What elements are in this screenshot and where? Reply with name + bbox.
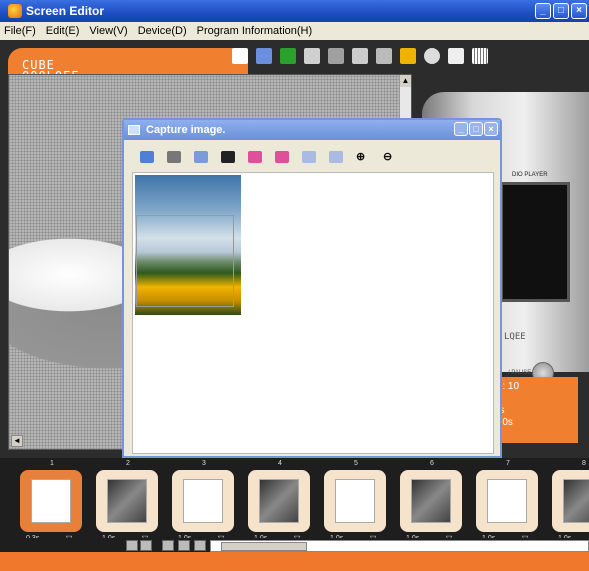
prev-icon[interactable] xyxy=(302,151,316,163)
scroll-left-icon[interactable]: ◄ xyxy=(11,435,23,447)
dialog-controls: _ □ × xyxy=(454,122,498,136)
next-icon[interactable] xyxy=(329,151,343,163)
image-icon[interactable] xyxy=(221,151,235,163)
info-line-3: 0s xyxy=(494,405,578,417)
timeline-scroll-thumb[interactable] xyxy=(221,542,307,551)
timeline-frame[interactable]: 41.0s▽ xyxy=(248,460,312,548)
transfer-icon[interactable] xyxy=(448,48,464,64)
timeline-frame[interactable]: 51.0s▽ xyxy=(324,460,388,548)
maximize-button[interactable]: □ xyxy=(553,3,569,19)
frame-thumbnail-image xyxy=(107,479,147,523)
paste-frame-icon[interactable] xyxy=(178,540,190,551)
frame-number: 1 xyxy=(50,460,54,467)
timeline-frame[interactable]: 81.0s▽ xyxy=(552,460,589,548)
frame-number: 6 xyxy=(430,460,434,467)
menu-view[interactable]: View(V) xyxy=(89,25,127,37)
frame-thumbnail-image xyxy=(411,479,451,523)
dialog-minimize-button[interactable]: _ xyxy=(454,122,468,136)
menu-bar: File(F) Edit(E) View(V) Device(D) Progra… xyxy=(0,22,589,40)
frame-info-box: e : 10 0 0s 3.0s xyxy=(494,377,578,443)
capture-icon[interactable] xyxy=(304,48,320,64)
dialog-maximize-button[interactable]: □ xyxy=(469,122,483,136)
frame-number: 5 xyxy=(354,460,358,467)
capture-canvas[interactable] xyxy=(132,172,494,454)
info-line-2: 0 xyxy=(494,393,578,405)
info-line-1: e : 10 xyxy=(494,381,520,392)
timeline-frame[interactable]: 10.3s▽ xyxy=(20,460,84,548)
copy-frame-icon[interactable] xyxy=(162,540,174,551)
zoom-out-icon[interactable] xyxy=(376,48,392,64)
window-title: Screen Editor xyxy=(26,4,105,18)
selection-rectangle[interactable] xyxy=(136,215,234,307)
open-folder-icon[interactable] xyxy=(256,48,272,64)
capture-image-dialog: Capture image. _ □ × ⊕ ⊖ xyxy=(122,118,502,458)
frame-thumbnail-box[interactable] xyxy=(172,470,234,532)
title-bar[interactable]: Screen Editor _ □ × xyxy=(0,0,589,22)
status-strip xyxy=(0,552,589,571)
undo-icon[interactable] xyxy=(248,151,262,163)
settings-icon[interactable] xyxy=(424,48,440,64)
frame-thumbnail-image xyxy=(31,479,71,523)
frame-number: 4 xyxy=(278,460,282,467)
new-file-icon[interactable] xyxy=(232,48,248,64)
close-button[interactable]: × xyxy=(571,3,587,19)
frame-thumbnail-image xyxy=(259,479,299,523)
menu-device[interactable]: Device(D) xyxy=(138,25,187,37)
frame-number: 2 xyxy=(126,460,130,467)
menu-program-information[interactable]: Program Information(H) xyxy=(197,25,313,37)
device-screen xyxy=(500,182,570,302)
prev-frame-icon[interactable] xyxy=(126,540,138,551)
timeline-frame[interactable]: 71.0s▽ xyxy=(476,460,540,548)
frame-thumbnail-box[interactable] xyxy=(476,470,538,532)
frame-number: 8 xyxy=(582,460,586,467)
timeline-frame[interactable]: 31.0s▽ xyxy=(172,460,236,548)
device-brand: LQEE xyxy=(504,332,526,342)
frame-number: 3 xyxy=(202,460,206,467)
capture-toolbar: ⊕ ⊖ xyxy=(124,140,500,174)
menu-file[interactable]: File(F) xyxy=(4,25,36,37)
frame-thumbnail-image xyxy=(183,479,223,523)
frame-thumbnail-box[interactable] xyxy=(400,470,462,532)
camera-icon[interactable] xyxy=(167,151,181,163)
device-player-label: DIO PLAYER xyxy=(512,172,548,178)
capture-dialog-title-bar[interactable]: Capture image. _ □ × xyxy=(124,120,500,140)
open-folder-icon[interactable] xyxy=(140,151,154,163)
frame-thumbnail-box[interactable] xyxy=(552,470,589,532)
dialog-close-button[interactable]: × xyxy=(484,122,498,136)
app-icon xyxy=(8,4,22,18)
next-frame-icon[interactable] xyxy=(140,540,152,551)
frame-thumbnail-box[interactable] xyxy=(96,470,158,532)
timeline-scrollbar[interactable] xyxy=(210,540,589,552)
main-toolbar xyxy=(232,48,488,66)
frame-thumbnail-box[interactable] xyxy=(20,470,82,532)
redo-icon[interactable] xyxy=(275,151,289,163)
capture-dialog-title: Capture image. xyxy=(146,124,226,136)
zoom-in-icon[interactable] xyxy=(352,48,368,64)
frame-thumbnail-image xyxy=(563,479,589,523)
monitor-icon[interactable] xyxy=(194,151,208,163)
frame-thumbnail-image xyxy=(487,479,527,523)
export-icon[interactable] xyxy=(400,48,416,64)
scroll-up-icon[interactable]: ▲ xyxy=(400,75,411,87)
timeline-frame[interactable]: 21.0s▽ xyxy=(96,460,160,548)
frame-number: 7 xyxy=(506,460,510,467)
device-pause-label: / PAUSE xyxy=(508,370,532,376)
zoom-in-icon[interactable]: ⊕ xyxy=(356,151,370,163)
trash-icon[interactable] xyxy=(194,540,206,551)
frame-thumbnail-box[interactable] xyxy=(324,470,386,532)
frame-thumbnail-box[interactable] xyxy=(248,470,310,532)
window-controls: _ □ × xyxy=(535,3,587,19)
zoom-out-icon[interactable]: ⊖ xyxy=(383,151,397,163)
camera-icon[interactable] xyxy=(328,48,344,64)
timeline-frame[interactable]: 61.0s▽ xyxy=(400,460,464,548)
minimize-button[interactable]: _ xyxy=(535,3,551,19)
grid-icon[interactable] xyxy=(472,48,488,64)
info-line-4: 3.0s xyxy=(494,417,513,428)
screen-editor-window: Screen Editor _ □ × File(F) Edit(E) View… xyxy=(0,0,589,571)
window-icon xyxy=(128,125,140,135)
save-icon[interactable] xyxy=(280,48,296,64)
frame-thumbnail-image xyxy=(335,479,375,523)
menu-edit[interactable]: Edit(E) xyxy=(46,25,80,37)
